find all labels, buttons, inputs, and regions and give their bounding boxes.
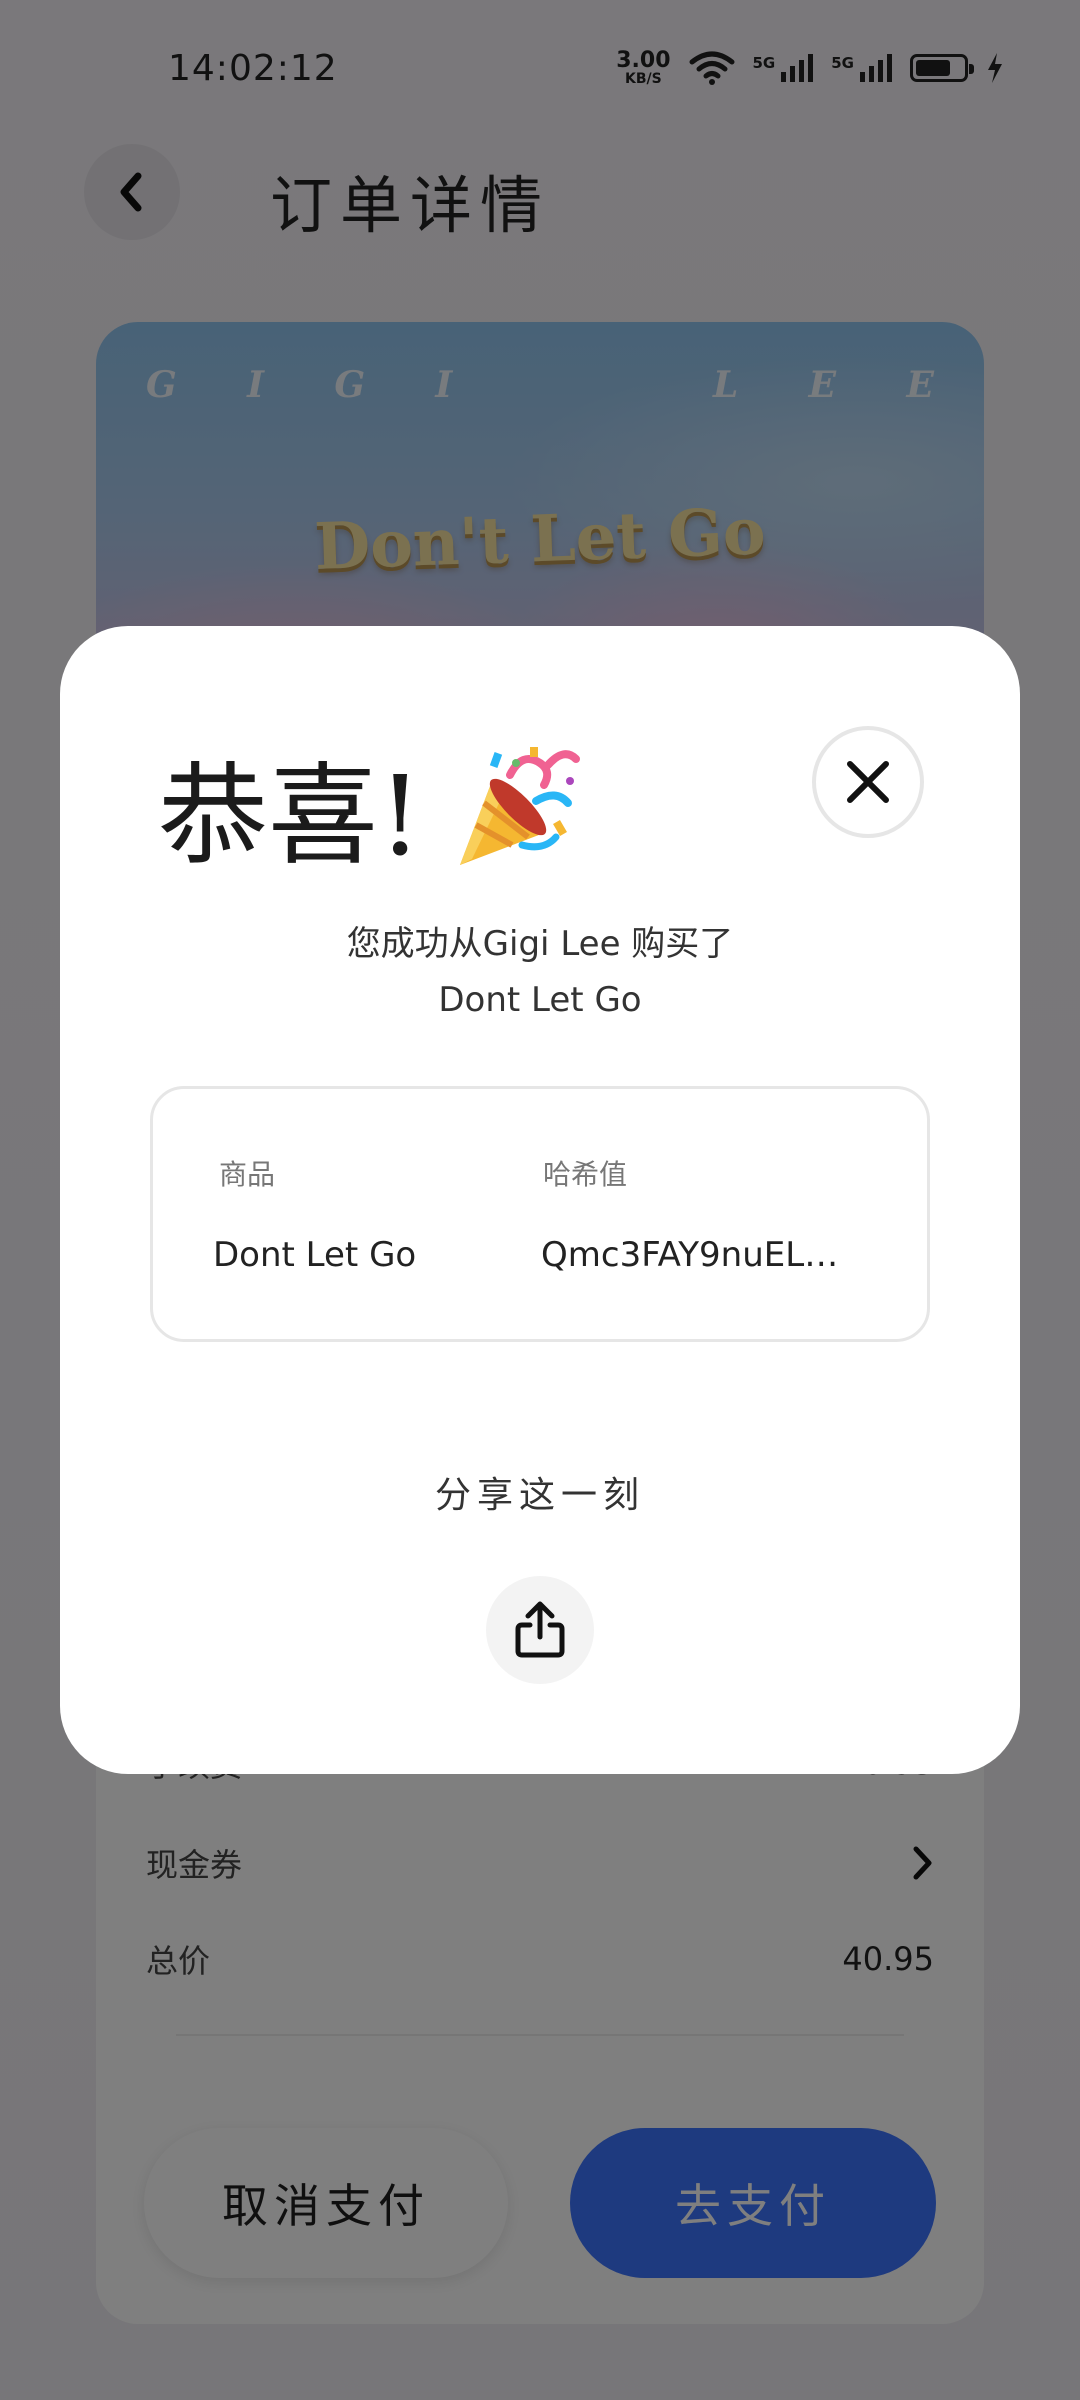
share-icon xyxy=(515,1601,565,1658)
modal-title: 恭喜! xyxy=(158,726,582,886)
party-popper-icon xyxy=(460,747,581,865)
product-label: 商品 xyxy=(219,1158,276,1191)
hash-label: 哈希值 xyxy=(543,1158,628,1191)
close-button[interactable] xyxy=(812,726,924,838)
hash-value[interactable]: Qmc3FAY9nuELR7kuQx2Fm8p xyxy=(541,1235,861,1275)
success-message-line2: Dont Let Go xyxy=(438,980,642,1020)
success-message: 您成功从Gigi Lee 购买了 Dont Let Go xyxy=(60,916,1020,1028)
share-button[interactable] xyxy=(486,1576,594,1684)
modal-title-text: 恭喜! xyxy=(158,752,423,880)
screen: 14:02:12 3.00 KB/S 5G 5G xyxy=(0,0,1080,2400)
purchase-info-box: 商品 Dont Let Go 哈希值 Qmc3FAY9nuELR7kuQx2Fm… xyxy=(150,1086,930,1342)
close-icon xyxy=(847,761,889,803)
success-message-line1: 您成功从Gigi Lee 购买了 xyxy=(346,924,734,964)
product-value: Dont Let Go xyxy=(213,1235,417,1275)
purchase-success-modal: 恭喜! 您成功从Gigi Lee 购买了 Dont Let Go 商品 Dont… xyxy=(60,626,1020,1774)
share-label: 分享这一刻 xyxy=(434,1475,645,1516)
